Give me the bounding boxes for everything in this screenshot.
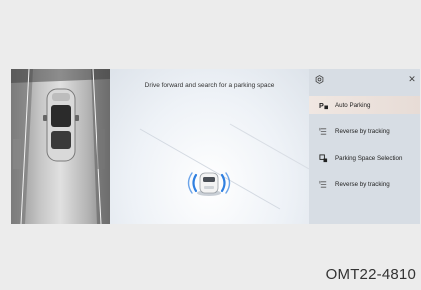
menu-item-label: Reverse by tracking [335, 180, 390, 188]
parking-scene: Drive forward and search for a parking s… [110, 69, 309, 224]
close-icon[interactable]: ✕ [405, 72, 419, 86]
parking-menu: ✕ P Auto Parking Reverse by tracking Par… [309, 69, 420, 224]
menu-item-reverse-by-tracking-1[interactable]: Reverse by tracking [309, 122, 420, 140]
scene-graphic [139, 123, 309, 210]
settings-icon[interactable] [312, 72, 326, 86]
menu-item-label: Auto Parking [335, 101, 371, 109]
menu-item-label: Parking Space Selection [335, 154, 403, 162]
menu-item-parking-space-selection[interactable]: Parking Space Selection [309, 149, 420, 167]
menu-item-label: Reverse by tracking [335, 127, 390, 135]
parking-space-selection-icon [318, 153, 328, 163]
auto-parking-icon: P [318, 100, 328, 110]
camera-feed-graphic [11, 69, 110, 224]
parking-screen: Drive forward and search for a parking s… [11, 69, 420, 224]
reverse-tracking-icon [318, 126, 328, 136]
surround-view-camera [11, 69, 110, 224]
menu-item-auto-parking[interactable]: P Auto Parking [309, 96, 420, 114]
figure-code: OMT22-4810 [325, 266, 416, 283]
ego-car-icon [197, 172, 221, 196]
svg-text:P: P [319, 101, 324, 110]
ego-car-topview [43, 88, 79, 162]
menu-item-reverse-by-tracking-2[interactable]: Reverse by tracking [309, 175, 420, 193]
reverse-tracking-icon [318, 179, 328, 189]
menu-header: ✕ [309, 72, 420, 86]
